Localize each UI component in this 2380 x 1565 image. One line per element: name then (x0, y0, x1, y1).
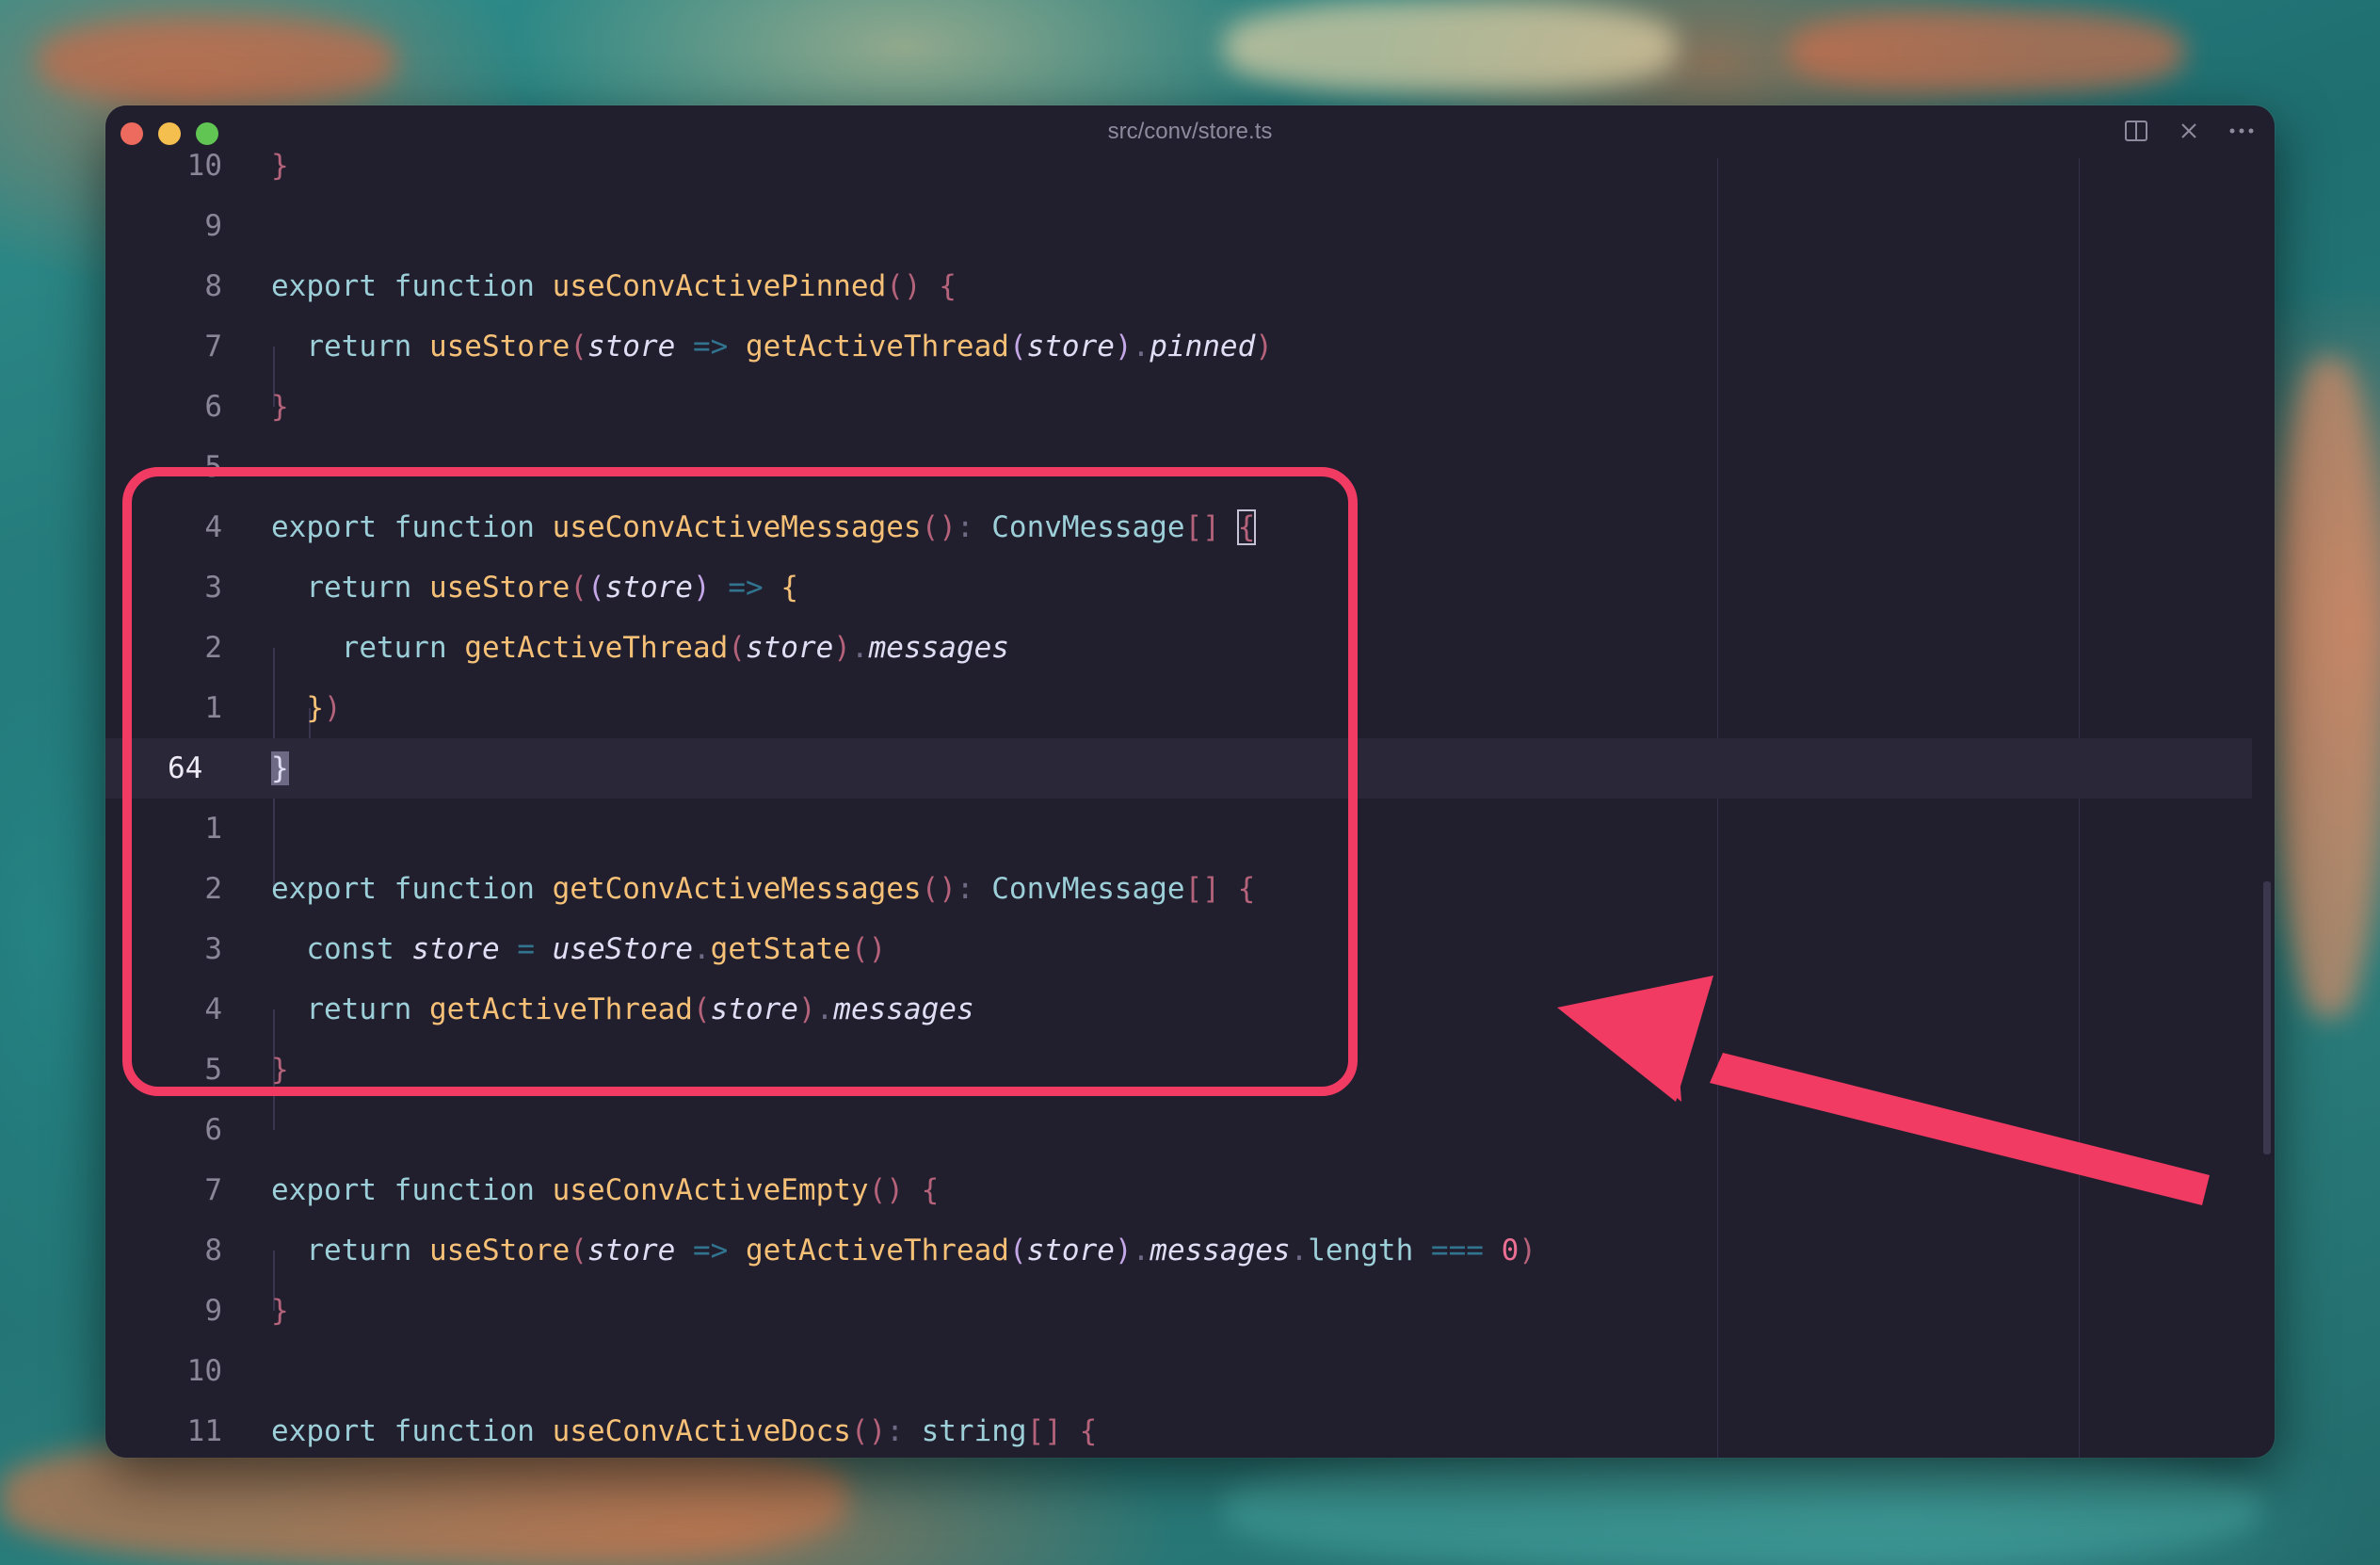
code-text: } (271, 1294, 289, 1328)
line-number: 8 (204, 269, 222, 303)
code-line: 10 } (105, 136, 2252, 196)
line-number: 10 (186, 149, 222, 183)
code-line: 8 export function useConvActivePinned() … (105, 256, 2252, 316)
code-line: 10 (105, 1341, 2252, 1401)
line-number: 7 (204, 1173, 222, 1207)
code-line: 7 return useStore(store => getActiveThre… (105, 316, 2252, 377)
line-number: 6 (204, 1113, 222, 1147)
code-text: export function useConvActiveEmpty() { (271, 1173, 940, 1207)
line-number: 9 (204, 1294, 222, 1328)
line-number: 11 (186, 1414, 222, 1448)
code-text: } (271, 149, 289, 183)
code-line: 6 } (105, 377, 2252, 437)
scrollbar-thumb[interactable] (2263, 881, 2271, 1154)
code-text: return useStore(store => getActiveThread… (306, 1234, 1536, 1267)
code-line: 11 export function useConvActiveDocs(): … (105, 1401, 2252, 1458)
line-number: 8 (204, 1234, 222, 1267)
code-line: 9 } (105, 1281, 2252, 1341)
background-scenery (1224, 0, 1676, 94)
annotation-arrow-icon (1557, 976, 2210, 1205)
code-text: return useStore(store => getActiveThread… (306, 330, 1273, 363)
line-number: 7 (204, 330, 222, 363)
code-text: } (271, 390, 289, 424)
line-number: 6 (204, 390, 222, 424)
background-scenery (1224, 1450, 2259, 1565)
background-scenery (38, 19, 395, 104)
annotation-highlight-box (122, 467, 1358, 1096)
background-scenery (1789, 9, 2184, 94)
line-number: 10 (186, 1354, 222, 1388)
line-number: 9 (204, 209, 222, 243)
code-text: export function useConvActiveDocs(): str… (271, 1414, 1098, 1448)
code-line: 9 (105, 196, 2252, 256)
background-scenery (2278, 358, 2380, 1017)
code-text: export function useConvActivePinned() { (271, 269, 957, 303)
code-line: 8 return useStore(store => getActiveThre… (105, 1220, 2252, 1281)
